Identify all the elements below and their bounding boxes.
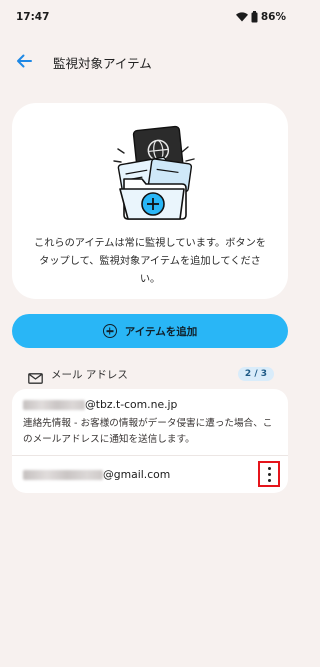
battery-icon xyxy=(251,11,258,23)
hero-card: これらのアイテムは常に監視しています。ボタンをタップして、監視対象アイテムを追加… xyxy=(12,103,288,299)
more-vert-icon xyxy=(267,472,271,476)
more-vert-icon xyxy=(267,478,271,482)
status-time: 17:47 xyxy=(16,11,50,23)
email-address: @gmail.com xyxy=(23,468,170,481)
section-label: メール アドレス xyxy=(51,368,128,381)
redacted-text xyxy=(23,399,85,410)
passport-folder-add-illustration xyxy=(98,117,208,227)
status-icons: 86% xyxy=(235,11,286,23)
mail-icon xyxy=(28,369,43,384)
list-item[interactable]: @tbz.t-com.ne.jp 連絡先情報 - お客様の情報がデータ侵害に遭っ… xyxy=(12,389,288,455)
page-title: 監視対象アイテム xyxy=(53,55,152,71)
add-item-button[interactable]: アイテムを追加 xyxy=(12,314,288,348)
app-bar: 監視対象アイテム xyxy=(0,44,300,80)
email-domain: @tbz.t-com.ne.jp xyxy=(85,398,178,411)
email-address: @tbz.t-com.ne.jp xyxy=(23,398,177,411)
add-item-label: アイテムを追加 xyxy=(124,325,198,338)
redacted-text xyxy=(23,469,103,480)
status-bar: 17:47 86% xyxy=(0,0,300,34)
arrow-back-icon xyxy=(16,53,32,72)
email-section-header: メール アドレス 2 / 3 xyxy=(28,364,274,384)
count-badge: 2 / 3 xyxy=(237,367,274,381)
hero-description: これらのアイテムは常に監視しています。ボタンをタップして、監視対象アイテムを追加… xyxy=(34,238,266,285)
add-circle-icon xyxy=(102,324,117,338)
wifi-icon xyxy=(235,12,248,22)
list-item[interactable]: @gmail.com xyxy=(12,455,288,493)
email-description: 連絡先情報 - お客様の情報がデータ侵害に遭った場合、このメールアドレスに通知を… xyxy=(23,418,273,445)
email-domain: @gmail.com xyxy=(103,468,171,481)
battery-percent: 86% xyxy=(260,11,286,23)
more-options-button[interactable] xyxy=(258,461,280,487)
more-vert-icon xyxy=(267,466,271,470)
back-button[interactable] xyxy=(11,49,37,75)
email-list-card: @tbz.t-com.ne.jp 連絡先情報 - お客様の情報がデータ侵害に遭っ… xyxy=(12,389,288,493)
